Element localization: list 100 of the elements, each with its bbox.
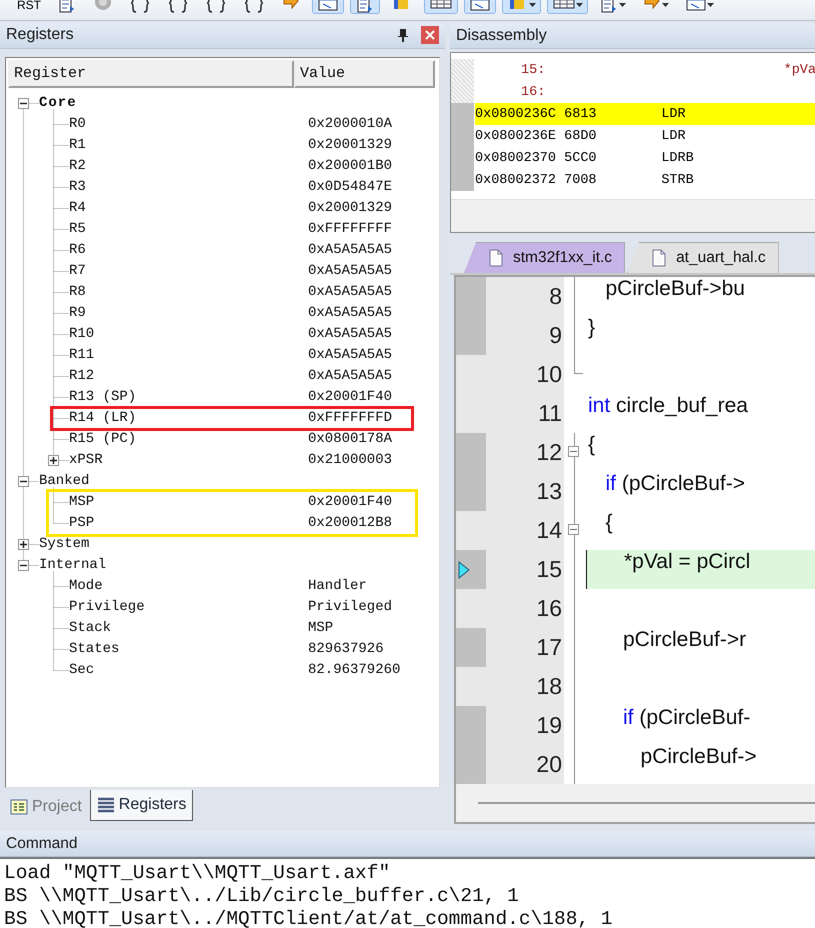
braces-icon	[243, 0, 265, 14]
register-value: 0x200012B8	[308, 515, 392, 532]
column-header[interactable]: Value	[294, 60, 435, 88]
register-name: R8	[69, 284, 86, 300]
register-value: 0xA5A5A5A5	[308, 242, 392, 258]
toolbar-button[interactable]	[424, 0, 458, 14]
toolbar-button[interactable]	[502, 0, 541, 14]
panel-title: Disassembly	[456, 26, 547, 44]
line-number: 11	[486, 394, 564, 433]
register-name: R5	[69, 221, 86, 238]
register-name: R3	[69, 179, 86, 196]
register-name: Mode	[69, 578, 103, 594]
line-number: 8	[486, 277, 564, 316]
tree-toggle[interactable]	[18, 538, 29, 550]
instruction-row[interactable]: 0x08002370 5CC0 LDRB	[475, 147, 815, 169]
register-value: 0xFFFFFFFD	[308, 410, 392, 426]
register-name: Sec	[69, 662, 94, 678]
line-number: 13	[486, 472, 564, 511]
register-name: R4	[69, 200, 86, 216]
plus-icon	[49, 456, 58, 465]
line-number: 19	[486, 706, 564, 745]
list-icon	[96, 797, 115, 813]
register-value: 82.96379260	[308, 662, 400, 678]
line-number: 17	[486, 628, 564, 667]
register-value: MSP	[308, 620, 334, 636]
register-name: R12	[69, 368, 94, 384]
reset-button[interactable]: RST	[12, 0, 46, 14]
project-icon	[10, 799, 28, 815]
toolbar-button[interactable]	[464, 0, 496, 14]
register-name: Stack	[69, 620, 112, 636]
file-icon	[652, 249, 666, 267]
command-output-line: BS \\MQTT_Usart\../Lib/circle_buffer.c\21, 1	[4, 885, 520, 908]
panel-tab[interactable]: Project	[4, 793, 88, 821]
line-number: 18	[486, 667, 564, 706]
code-line: if (pCircleBuf-	[622, 706, 752, 731]
register-value: 0x0D54847E	[308, 179, 392, 196]
code-line: {	[604, 511, 614, 536]
register-value: 0xA5A5A5A5	[308, 263, 392, 280]
register-value: 0x21000003	[308, 452, 392, 468]
tree-toggle[interactable]	[18, 98, 29, 109]
code-line: int circle_buf_rea	[587, 394, 749, 419]
braces-icon	[167, 0, 189, 14]
panel-title: Registers	[6, 26, 74, 44]
register-value: 0x0800178A	[308, 431, 392, 448]
register-name: R1	[69, 137, 86, 154]
panel-tab[interactable]: Registers	[90, 790, 194, 821]
register-name: R6	[69, 242, 86, 258]
register-name: xPSR	[69, 452, 103, 468]
instruction-row[interactable]: 0x0800236E 68D0 LDR	[475, 125, 815, 147]
register-value: 0x2000010A	[308, 116, 392, 132]
fold-toggle[interactable]	[568, 524, 579, 535]
code-line: {	[587, 433, 596, 458]
line-number: 20	[486, 745, 564, 784]
register-group: Internal	[39, 557, 106, 574]
file-tab[interactable]: stm32f1xx_it.c	[464, 242, 626, 273]
instruction-row[interactable]: 0x0800236C 6813 LDR	[475, 103, 815, 125]
register-group: Banked	[39, 473, 90, 490]
instruction-row[interactable]: 0x08002372 7008 STRB	[475, 169, 815, 191]
register-name: Privilege	[69, 599, 145, 616]
register-name: R10	[69, 326, 94, 342]
register-value: 0x20001329	[308, 200, 392, 216]
toolbar-button[interactable]	[350, 0, 380, 14]
column-header[interactable]: Register	[8, 60, 294, 88]
register-value: 0xFFFFFFFF	[308, 221, 392, 238]
line-number: 10	[486, 355, 564, 394]
pin-icon[interactable]	[397, 28, 409, 42]
register-value: 0xA5A5A5A5	[308, 347, 392, 364]
register-name: R7	[69, 263, 86, 280]
register-name: PSP	[69, 515, 94, 532]
register-value: Handler	[308, 578, 367, 594]
register-name: R2	[69, 158, 86, 174]
tree-toggle[interactable]	[48, 454, 59, 466]
fold-toggle[interactable]	[568, 446, 579, 457]
braces-icon	[205, 0, 227, 14]
register-value: 0xA5A5A5A5	[308, 305, 392, 322]
close-button[interactable]	[421, 26, 439, 44]
register-name: R0	[69, 116, 86, 132]
register-value: 0xA5A5A5A5	[308, 284, 392, 300]
plus-icon	[19, 540, 28, 549]
line-number: 15	[486, 550, 564, 589]
line-number: 9	[486, 316, 564, 355]
file-tab[interactable]: at_uart_hal.c	[627, 242, 779, 273]
panel-title: Command	[6, 834, 78, 852]
command-output-line: Load "MQTT_Usart\\MQTT_Usart.axf"	[4, 862, 392, 885]
line-number: 14	[486, 511, 564, 550]
braces-icon	[129, 0, 151, 14]
register-value: 0x20001329	[308, 137, 392, 154]
register-value: 0x20001F40	[308, 389, 392, 406]
tree-toggle[interactable]	[18, 560, 29, 571]
tree-toggle[interactable]	[18, 476, 29, 487]
register-value: 0xA5A5A5A5	[308, 368, 392, 384]
toolbar-button[interactable]	[312, 0, 344, 14]
register-name: R15 (PC)	[69, 431, 136, 448]
register-name: R9	[69, 305, 86, 322]
code-line: }	[587, 316, 596, 341]
code-line: pCircleBuf->bu	[604, 277, 746, 302]
register-value: 829637926	[308, 641, 384, 658]
toolbar-button[interactable]	[547, 0, 588, 14]
code-line: pCircleBuf->r	[622, 628, 748, 653]
register-name: R13 (SP)	[69, 389, 136, 406]
